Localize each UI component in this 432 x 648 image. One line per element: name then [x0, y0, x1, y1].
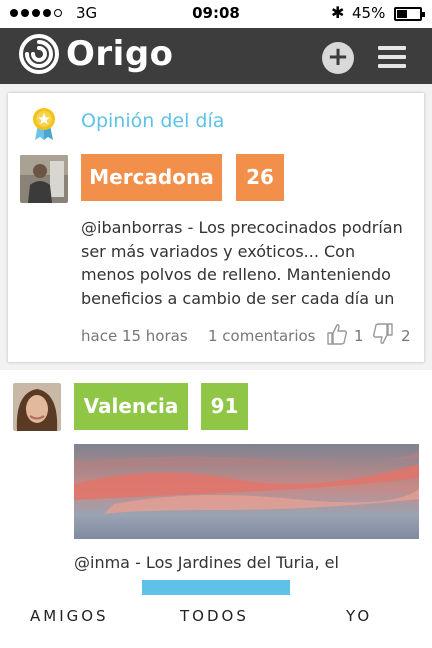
- bottom-tab-bar: AMIGOS TODOS YO: [0, 580, 432, 648]
- category-tag[interactable]: Valencia: [74, 383, 188, 430]
- post-time: hace 15 horas: [81, 327, 188, 345]
- likes-count: 1: [354, 327, 364, 345]
- plus-icon: +: [327, 42, 349, 72]
- tab-friends[interactable]: AMIGOS: [30, 607, 109, 625]
- opinion-of-the-day-title: Opinión del día: [81, 110, 225, 132]
- hamburger-icon-bar: [378, 64, 406, 68]
- score-badge: 91: [201, 383, 248, 430]
- hamburger-icon: [378, 46, 406, 50]
- active-tab-indicator: [142, 580, 290, 595]
- tab-me[interactable]: YO: [346, 607, 372, 625]
- dislikes-count: 2: [401, 327, 411, 345]
- sunset-sky-image: [74, 444, 419, 539]
- user-handle[interactable]: @inma: [74, 553, 130, 572]
- post-photo[interactable]: [74, 444, 419, 539]
- feed-post[interactable]: Valencia 91 @inma - Los Jardines del Tur…: [0, 370, 432, 590]
- thumbs-down-icon[interactable]: [372, 322, 394, 346]
- origo-logo-icon: [19, 34, 59, 74]
- user-avatar[interactable]: [20, 155, 68, 203]
- tab-all[interactable]: TODOS: [180, 607, 249, 625]
- opinion-text[interactable]: @ibanborras - Los precocinados podrían s…: [81, 216, 411, 310]
- post-text[interactable]: @inma - Los Jardines del Turia, el: [74, 551, 419, 575]
- user-handle[interactable]: @ibanborras: [81, 218, 183, 237]
- featured-opinion-card[interactable]: Opinión del día Mercadona 26 @ibanborras…: [8, 93, 424, 362]
- app-brand: Origo: [66, 34, 174, 74]
- avatar-image: [13, 383, 61, 431]
- user-avatar[interactable]: [13, 383, 61, 431]
- category-tag[interactable]: Mercadona: [81, 154, 222, 201]
- app-header: Origo +: [0, 28, 432, 84]
- battery-icon: [394, 7, 425, 21]
- bluetooth-icon: ✱: [331, 3, 345, 22]
- hamburger-icon-bar: [378, 55, 406, 59]
- add-button[interactable]: +: [322, 42, 354, 74]
- avatar-image: [20, 155, 68, 203]
- battery-percent: 45%: [352, 4, 386, 22]
- comments-link[interactable]: 1 comentarios: [208, 327, 315, 345]
- battery-fill: [397, 10, 407, 18]
- score-badge: 26: [236, 154, 284, 201]
- thumbs-up-icon[interactable]: [326, 322, 348, 346]
- medal-icon: [33, 108, 55, 140]
- menu-button[interactable]: [378, 46, 406, 68]
- post-body: - Los Jardines del Turia, el: [129, 553, 339, 572]
- status-bar: 3G 09:08 ✱ 45%: [0, 0, 432, 28]
